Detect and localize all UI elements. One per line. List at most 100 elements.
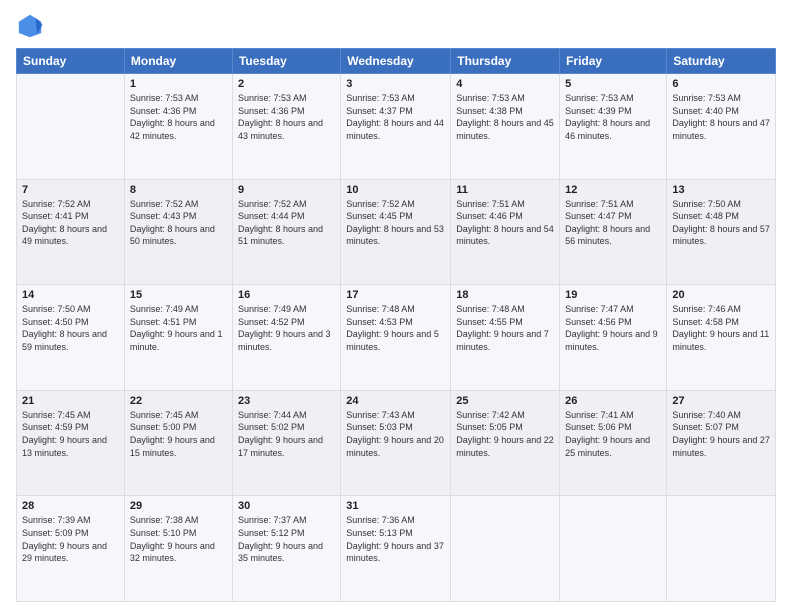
cell-text: Sunrise: 7:49 AMSunset: 4:51 PMDaylight:… [130,304,223,352]
calendar-cell: 27 Sunrise: 7:40 AMSunset: 5:07 PMDayligh… [667,390,776,496]
cell-text: Sunrise: 7:40 AMSunset: 5:07 PMDaylight:… [672,410,770,458]
day-number: 27 [672,395,770,407]
day-number: 1 [130,78,227,90]
calendar-cell: 16 Sunrise: 7:49 AMSunset: 4:52 PMDayligh… [232,285,340,391]
calendar-cell: 18 Sunrise: 7:48 AMSunset: 4:55 PMDayligh… [451,285,560,391]
calendar-cell: 4 Sunrise: 7:53 AMSunset: 4:38 PMDaylight… [451,74,560,180]
calendar-cell: 20 Sunrise: 7:46 AMSunset: 4:58 PMDayligh… [667,285,776,391]
day-number: 29 [130,500,227,512]
logo [16,12,48,40]
cell-text: Sunrise: 7:48 AMSunset: 4:55 PMDaylight:… [456,304,549,352]
calendar-cell: 6 Sunrise: 7:53 AMSunset: 4:40 PMDaylight… [667,74,776,180]
calendar-cell: 21 Sunrise: 7:45 AMSunset: 4:59 PMDayligh… [17,390,125,496]
day-number: 9 [238,184,335,196]
header [16,12,776,40]
day-number: 20 [672,289,770,301]
cell-text: Sunrise: 7:52 AMSunset: 4:43 PMDaylight:… [130,199,215,247]
day-number: 16 [238,289,335,301]
day-number: 21 [22,395,119,407]
day-number: 13 [672,184,770,196]
cell-text: Sunrise: 7:37 AMSunset: 5:12 PMDaylight:… [238,515,323,563]
day-number: 11 [456,184,554,196]
calendar-cell: 29 Sunrise: 7:38 AMSunset: 5:10 PMDayligh… [124,496,232,602]
day-number: 22 [130,395,227,407]
cell-text: Sunrise: 7:52 AMSunset: 4:41 PMDaylight:… [22,199,107,247]
calendar-cell: 30 Sunrise: 7:37 AMSunset: 5:12 PMDayligh… [232,496,340,602]
calendar-cell: 3Sunrise: 7:53 AMSunset: 4:37 PMDaylight… [341,74,451,180]
day-number: 24 [346,395,445,407]
cell-text: Sunrise: 7:53 AMSunset: 4:37 PMDaylight:… [346,93,444,141]
day-number: 30 [238,500,335,512]
day-number: 6 [672,78,770,90]
calendar-cell: 8 Sunrise: 7:52 AMSunset: 4:43 PMDaylight… [124,179,232,285]
cell-text: Sunrise: 7:50 AMSunset: 4:50 PMDaylight:… [22,304,107,352]
day-number: 18 [456,289,554,301]
calendar-cell: 7 Sunrise: 7:52 AMSunset: 4:41 PMDaylight… [17,179,125,285]
col-header-tuesday: Tuesday [232,49,340,74]
day-number: 28 [22,500,119,512]
cell-text: Sunrise: 7:53 AMSunset: 4:36 PMDaylight:… [238,93,323,141]
col-header-thursday: Thursday [451,49,560,74]
calendar-cell: 23Sunrise: 7:44 AMSunset: 5:02 PMDayligh… [232,390,340,496]
calendar-table: SundayMondayTuesdayWednesdayThursdayFrid… [16,48,776,602]
calendar-cell: 17Sunrise: 7:48 AMSunset: 4:53 PMDayligh… [341,285,451,391]
cell-text: Sunrise: 7:45 AMSunset: 5:00 PMDaylight:… [130,410,215,458]
calendar-cell: 11Sunrise: 7:51 AMSunset: 4:46 PMDayligh… [451,179,560,285]
cell-text: Sunrise: 7:52 AMSunset: 4:45 PMDaylight:… [346,199,444,247]
cell-text: Sunrise: 7:46 AMSunset: 4:58 PMDaylight:… [672,304,769,352]
cell-text: Sunrise: 7:41 AMSunset: 5:06 PMDaylight:… [565,410,650,458]
cell-text: Sunrise: 7:42 AMSunset: 5:05 PMDaylight:… [456,410,554,458]
calendar-cell [451,496,560,602]
cell-text: Sunrise: 7:53 AMSunset: 4:36 PMDaylight:… [130,93,215,141]
calendar-cell: 24 Sunrise: 7:43 AMSunset: 5:03 PMDayligh… [341,390,451,496]
week-row-2: 7 Sunrise: 7:52 AMSunset: 4:41 PMDaylight… [17,179,776,285]
calendar-cell: 13 Sunrise: 7:50 AMSunset: 4:48 PMDayligh… [667,179,776,285]
calendar-cell: 14 Sunrise: 7:50 AMSunset: 4:50 PMDayligh… [17,285,125,391]
week-row-3: 14 Sunrise: 7:50 AMSunset: 4:50 PMDayligh… [17,285,776,391]
cell-text: Sunrise: 7:51 AMSunset: 4:47 PMDaylight:… [565,199,650,247]
cell-text: Sunrise: 7:36 AMSunset: 5:13 PMDaylight:… [346,515,444,563]
calendar-cell: 22 Sunrise: 7:45 AMSunset: 5:00 PMDayligh… [124,390,232,496]
calendar-cell: 26 Sunrise: 7:41 AMSunset: 5:06 PMDayligh… [560,390,667,496]
calendar-cell: 2 Sunrise: 7:53 AMSunset: 4:36 PMDaylight… [232,74,340,180]
col-header-wednesday: Wednesday [341,49,451,74]
col-header-monday: Monday [124,49,232,74]
day-number: 8 [130,184,227,196]
calendar-cell: 12 Sunrise: 7:51 AMSunset: 4:47 PMDayligh… [560,179,667,285]
cell-text: Sunrise: 7:52 AMSunset: 4:44 PMDaylight:… [238,199,323,247]
cell-text: Sunrise: 7:47 AMSunset: 4:56 PMDaylight:… [565,304,658,352]
day-number: 10 [346,184,445,196]
page: SundayMondayTuesdayWednesdayThursdayFrid… [0,0,792,612]
day-number: 26 [565,395,661,407]
col-header-friday: Friday [560,49,667,74]
col-header-saturday: Saturday [667,49,776,74]
cell-text: Sunrise: 7:49 AMSunset: 4:52 PMDaylight:… [238,304,331,352]
cell-text: Sunrise: 7:45 AMSunset: 4:59 PMDaylight:… [22,410,107,458]
calendar-cell: 10 Sunrise: 7:52 AMSunset: 4:45 PMDayligh… [341,179,451,285]
cell-text: Sunrise: 7:53 AMSunset: 4:38 PMDaylight:… [456,93,554,141]
cell-text: Sunrise: 7:53 AMSunset: 4:39 PMDaylight:… [565,93,650,141]
week-row-1: 1 Sunrise: 7:53 AMSunset: 4:36 PMDaylight… [17,74,776,180]
day-number: 25 [456,395,554,407]
calendar-cell: 19Sunrise: 7:47 AMSunset: 4:56 PMDayligh… [560,285,667,391]
day-number: 14 [22,289,119,301]
cell-text: Sunrise: 7:43 AMSunset: 5:03 PMDaylight:… [346,410,444,458]
calendar-cell: 28Sunrise: 7:39 AMSunset: 5:09 PMDayligh… [17,496,125,602]
calendar-cell [17,74,125,180]
week-row-5: 28Sunrise: 7:39 AMSunset: 5:09 PMDayligh… [17,496,776,602]
week-row-4: 21 Sunrise: 7:45 AMSunset: 4:59 PMDayligh… [17,390,776,496]
cell-text: Sunrise: 7:50 AMSunset: 4:48 PMDaylight:… [672,199,770,247]
day-number: 2 [238,78,335,90]
cell-text: Sunrise: 7:38 AMSunset: 5:10 PMDaylight:… [130,515,215,563]
calendar-cell [667,496,776,602]
day-number: 4 [456,78,554,90]
calendar-cell: 25 Sunrise: 7:42 AMSunset: 5:05 PMDayligh… [451,390,560,496]
cell-text: Sunrise: 7:53 AMSunset: 4:40 PMDaylight:… [672,93,770,141]
day-number: 7 [22,184,119,196]
calendar-cell: 31 Sunrise: 7:36 AMSunset: 5:13 PMDayligh… [341,496,451,602]
calendar-cell: 1 Sunrise: 7:53 AMSunset: 4:36 PMDaylight… [124,74,232,180]
day-number: 17 [346,289,445,301]
day-number: 12 [565,184,661,196]
calendar-cell: 15Sunrise: 7:49 AMSunset: 4:51 PMDayligh… [124,285,232,391]
day-number: 31 [346,500,445,512]
